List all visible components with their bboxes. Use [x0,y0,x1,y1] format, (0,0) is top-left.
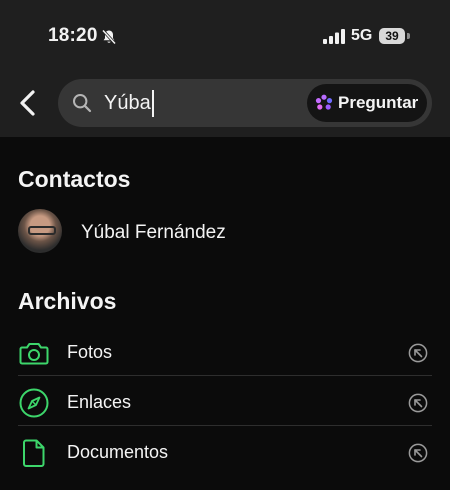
file-label: Enlaces [67,392,132,412]
battery-icon: 39 [379,28,412,44]
file-label: Documentos [67,442,169,462]
signal-icon [323,29,345,44]
files-heading: Archivos [18,288,117,314]
arrow-up-left-icon[interactable] [408,393,428,413]
battery-level: 39 [379,28,405,44]
ask-button[interactable]: Preguntar [307,84,427,122]
search-input[interactable]: Yúbal [104,91,155,115]
contacts-heading: Contactos [18,166,131,192]
contact-name: Yúbal Fernández [81,222,226,243]
file-label: Fotos [67,342,113,362]
status-bar: 18:20 5G 39 [0,0,450,70]
bell-muted-icon [101,29,117,45]
top-bar: 18:20 5G 39 Yúbal Preguntar [0,0,450,137]
search-icon [72,93,92,113]
avatar [18,209,62,253]
document-icon [18,437,50,469]
text-cursor [152,90,154,117]
sparkle-icon [315,94,333,112]
file-item-documentos[interactable]: Documentos [18,426,432,476]
arrow-up-left-icon[interactable] [408,343,428,363]
compass-icon [18,387,50,419]
camera-icon [18,337,50,369]
file-item-enlaces[interactable]: Enlaces [18,376,432,426]
network-type: 5G [351,27,373,44]
contact-item[interactable]: Yúbal Fernández [0,205,450,259]
status-time: 18:20 [48,25,98,46]
battery-tip [407,33,410,39]
arrow-up-left-icon[interactable] [408,443,428,463]
ask-button-label: Preguntar [338,93,419,112]
back-button[interactable] [14,87,42,119]
file-item-fotos[interactable]: Fotos [18,326,432,376]
